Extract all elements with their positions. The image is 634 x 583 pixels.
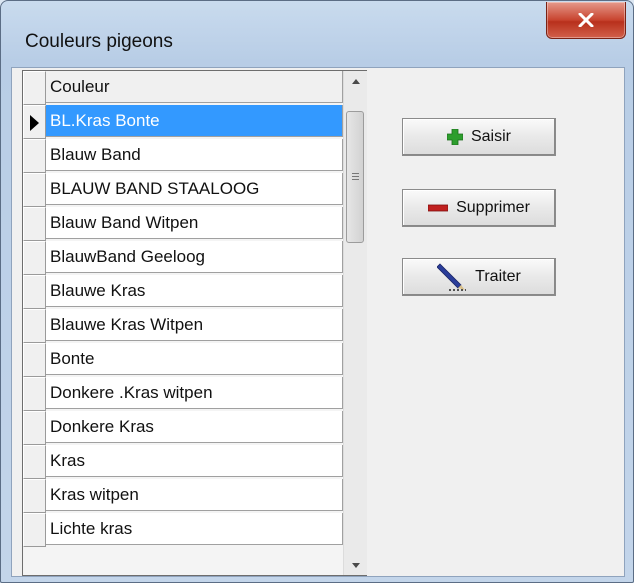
couleur-cell[interactable]: Bonte	[46, 343, 343, 375]
dialog-window: Couleurs pigeons Couleur BL.Kras Bonte Bl…	[0, 0, 634, 583]
close-button[interactable]	[546, 2, 626, 39]
couleur-cell[interactable]: Blauw Band Witpen	[46, 207, 343, 239]
couleur-cell[interactable]: Kras	[46, 445, 343, 477]
couleur-cell[interactable]: BLAUW BAND STAALOOG	[46, 173, 343, 205]
scroll-down-button[interactable]	[344, 555, 367, 575]
couleur-cell[interactable]: BlauwBand Geeloog	[46, 241, 343, 273]
row-indicator-cell[interactable]	[23, 513, 46, 547]
couleur-cell[interactable]: Lichte kras	[46, 513, 343, 545]
column-header-couleur[interactable]: Couleur	[46, 71, 343, 103]
saisir-button[interactable]: Saisir	[402, 118, 556, 156]
grid-rows: Couleur BL.Kras Bonte Blauw Band BLAUW BAN…	[23, 71, 343, 547]
grid-header-row: Couleur	[23, 71, 343, 105]
couleur-cell[interactable]: Donkere .Kras witpen	[46, 377, 343, 409]
supprimer-button[interactable]: Supprimer	[402, 189, 556, 227]
table-row[interactable]: Blauwe Kras Witpen	[23, 309, 343, 343]
dialog-body: Couleur BL.Kras Bonte Blauw Band BLAUW BAN…	[11, 67, 625, 577]
table-row[interactable]: Kras witpen	[23, 479, 343, 513]
row-indicator-cell[interactable]	[23, 139, 46, 173]
row-indicator-cell[interactable]	[23, 377, 46, 411]
scrollbar-thumb[interactable]	[346, 111, 364, 243]
scroll-up-icon	[351, 78, 360, 84]
table-row[interactable]: Bonte	[23, 343, 343, 377]
header-indicator-cell	[23, 71, 46, 105]
scroll-up-button[interactable]	[344, 71, 367, 91]
row-indicator-cell[interactable]	[23, 241, 46, 275]
traiter-label: Traiter	[475, 268, 521, 285]
table-row[interactable]: Blauwe Kras	[23, 275, 343, 309]
row-indicator-cell[interactable]	[23, 173, 46, 207]
couleur-cell[interactable]: Blauw Band	[46, 139, 343, 171]
close-icon	[578, 13, 594, 27]
couleur-cell[interactable]: Donkere Kras	[46, 411, 343, 443]
plus-icon	[446, 129, 463, 145]
table-row[interactable]: BL.Kras Bonte	[23, 105, 343, 139]
title-bar[interactable]: Couleurs pigeons	[1, 1, 633, 67]
row-indicator-cell[interactable]	[23, 479, 46, 513]
table-row[interactable]: Blauw Band Witpen	[23, 207, 343, 241]
thumb-grip-line	[352, 176, 359, 177]
couleur-cell[interactable]: Kras witpen	[46, 479, 343, 511]
colors-grid[interactable]: Couleur BL.Kras Bonte Blauw Band BLAUW BAN…	[22, 70, 367, 576]
table-row[interactable]: Donkere .Kras witpen	[23, 377, 343, 411]
scroll-down-icon	[351, 562, 360, 568]
couleur-cell[interactable]: Blauwe Kras	[46, 275, 343, 307]
table-row[interactable]: Donkere Kras	[23, 411, 343, 445]
row-indicator-cell[interactable]	[23, 309, 46, 343]
row-pointer-icon	[30, 115, 39, 131]
table-row[interactable]: BlauwBand Geeloog	[23, 241, 343, 275]
couleur-cell[interactable]: Blauwe Kras Witpen	[46, 309, 343, 341]
traiter-button[interactable]: Traiter	[402, 258, 556, 296]
row-indicator-cell[interactable]	[23, 105, 46, 139]
table-row[interactable]: Blauw Band	[23, 139, 343, 173]
thumb-grip-line	[352, 173, 359, 174]
row-indicator-cell[interactable]	[23, 343, 46, 377]
thumb-grip-line	[352, 179, 359, 180]
row-indicator-cell[interactable]	[23, 207, 46, 241]
couleur-cell[interactable]: BL.Kras Bonte	[46, 105, 343, 137]
minus-icon	[428, 204, 449, 212]
row-indicator-cell[interactable]	[23, 445, 46, 479]
supprimer-label: Supprimer	[456, 199, 530, 216]
pen-icon	[437, 263, 467, 291]
table-row[interactable]: BLAUW BAND STAALOOG	[23, 173, 343, 207]
table-row[interactable]: Lichte kras	[23, 513, 343, 547]
window-title: Couleurs pigeons	[25, 31, 173, 52]
row-indicator-cell[interactable]	[23, 275, 46, 309]
row-indicator-cell[interactable]	[23, 411, 46, 445]
table-row[interactable]: Kras	[23, 445, 343, 479]
vertical-scrollbar[interactable]	[343, 71, 367, 575]
saisir-label: Saisir	[470, 128, 511, 145]
